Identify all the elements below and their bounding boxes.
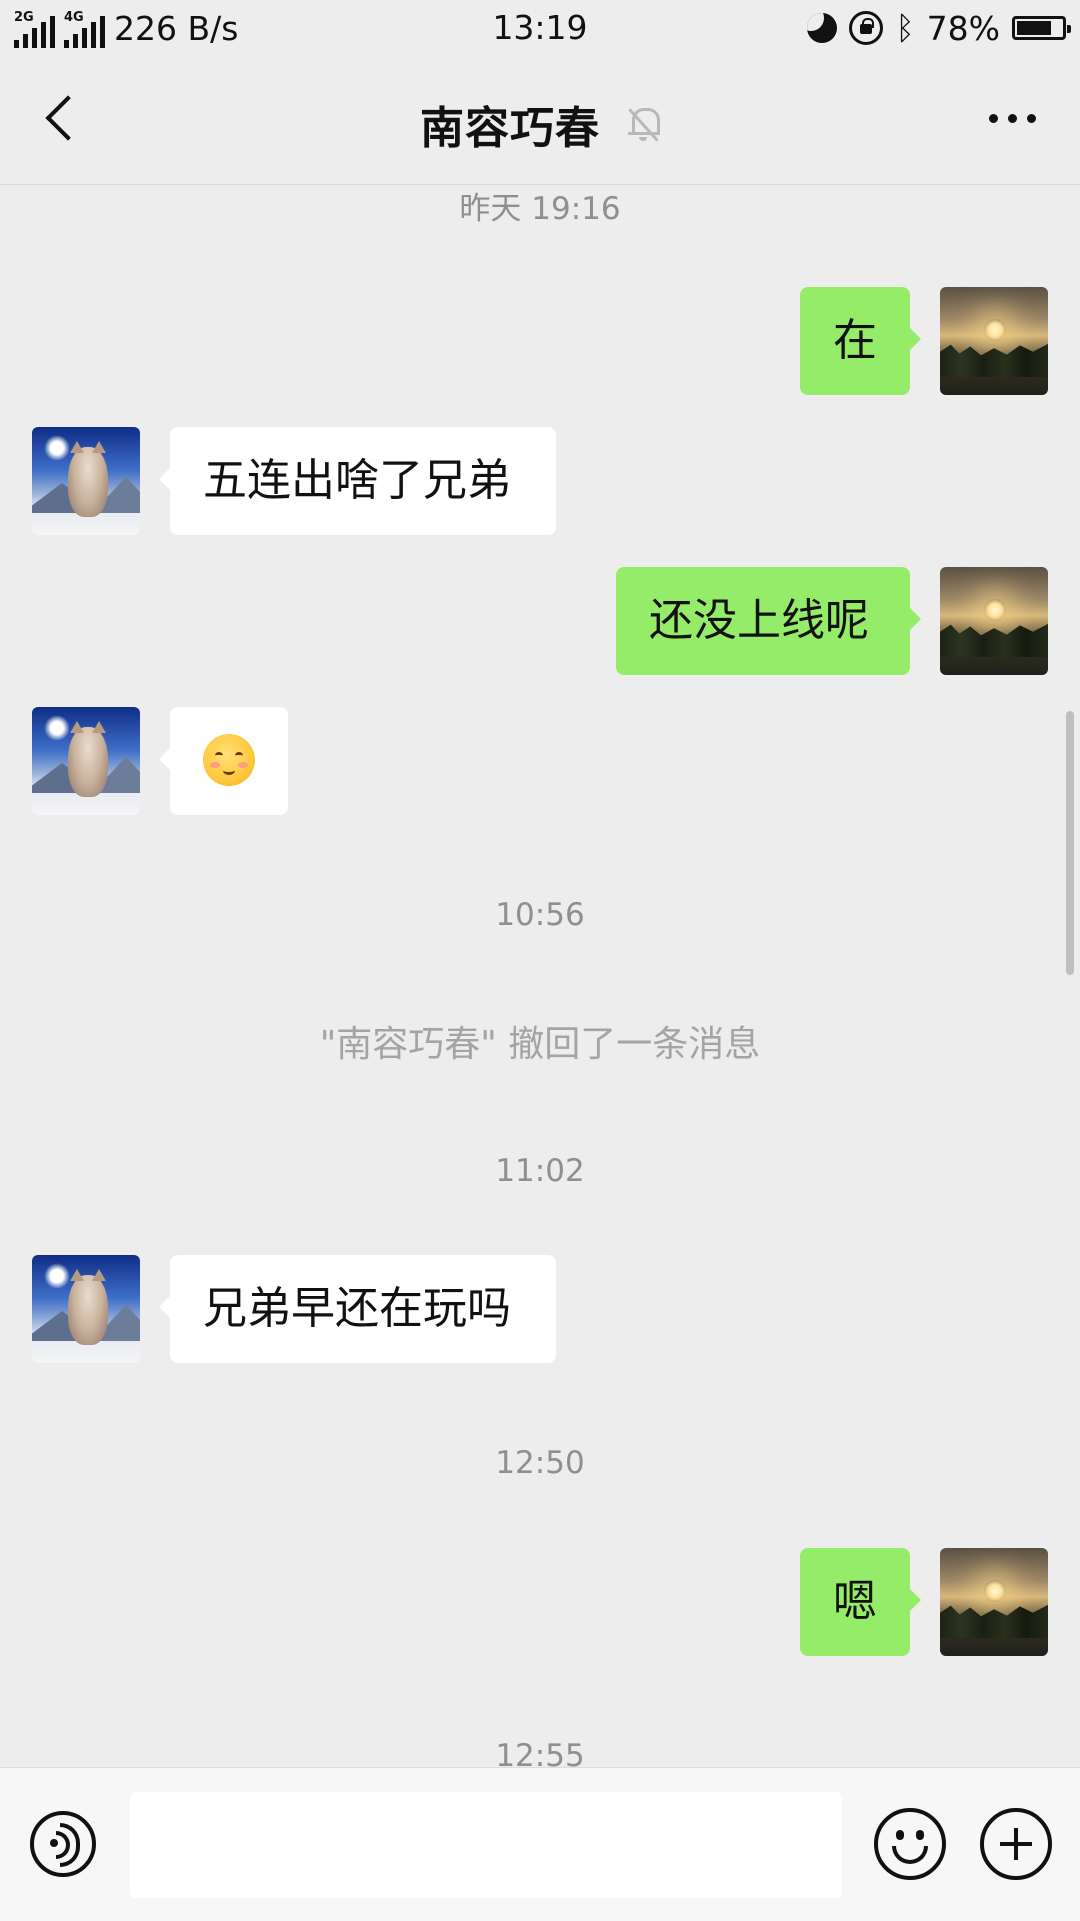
- voice-icon[interactable]: [30, 1811, 96, 1877]
- battery-icon: [1012, 16, 1071, 40]
- contact-avatar[interactable]: [32, 1255, 140, 1363]
- chat-area[interactable]: 昨天 19:16 在 五连出啥了兄弟 还没上线呢 10:56 "南容巧春" 撤回…: [0, 185, 1080, 1767]
- battery-fill: [1017, 21, 1052, 35]
- timestamp: 11:02: [495, 1153, 585, 1189]
- my-avatar[interactable]: [940, 1548, 1048, 1656]
- timestamp: 12:55: [495, 1738, 585, 1767]
- rotation-lock-icon: [849, 11, 884, 45]
- status-right: ᛒ 78%: [807, 8, 1071, 48]
- my-avatar[interactable]: [940, 567, 1048, 675]
- contact-avatar[interactable]: [32, 427, 140, 535]
- message-bubble-incoming[interactable]: 五连出啥了兄弟: [159, 427, 556, 535]
- contact-avatar[interactable]: [32, 707, 140, 815]
- bell-off-icon: [626, 106, 660, 142]
- message-bubble-outgoing[interactable]: 还没上线呢: [616, 567, 921, 675]
- message-bubble-incoming[interactable]: 兄弟早还在玩吗: [159, 1255, 556, 1363]
- timestamp: 昨天 19:16: [459, 191, 621, 227]
- page-title-wrap: 南容巧春: [0, 92, 1080, 156]
- chat-header: 南容巧春: [0, 56, 1080, 185]
- status-bar: 2G 4G 226 B/s 13:19 ᛒ 78%: [0, 0, 1080, 56]
- message-bubble-outgoing[interactable]: 在: [800, 287, 921, 395]
- system-recall-notice: "南容巧春" 撤回了一条消息: [319, 1024, 761, 1065]
- bluetooth-icon: ᛒ: [895, 9, 915, 47]
- blush-emoji-icon: [203, 734, 255, 786]
- battery-percent: 78%: [926, 8, 1000, 48]
- more-dots-icon[interactable]: [989, 114, 1036, 123]
- plus-icon[interactable]: [980, 1808, 1052, 1880]
- input-bar: [0, 1767, 1080, 1921]
- scrollbar[interactable]: [1066, 711, 1074, 975]
- message-bubble-incoming[interactable]: [159, 707, 288, 815]
- moon-icon: [807, 13, 838, 43]
- message-bubble-outgoing[interactable]: 嗯: [800, 1548, 921, 1656]
- timestamp: 10:56: [495, 897, 585, 933]
- timestamp: 12:50: [495, 1445, 585, 1481]
- message-input[interactable]: [130, 1792, 842, 1898]
- emoji-icon[interactable]: [874, 1808, 946, 1880]
- page-title: 南容巧春: [420, 103, 600, 154]
- my-avatar[interactable]: [940, 287, 1048, 395]
